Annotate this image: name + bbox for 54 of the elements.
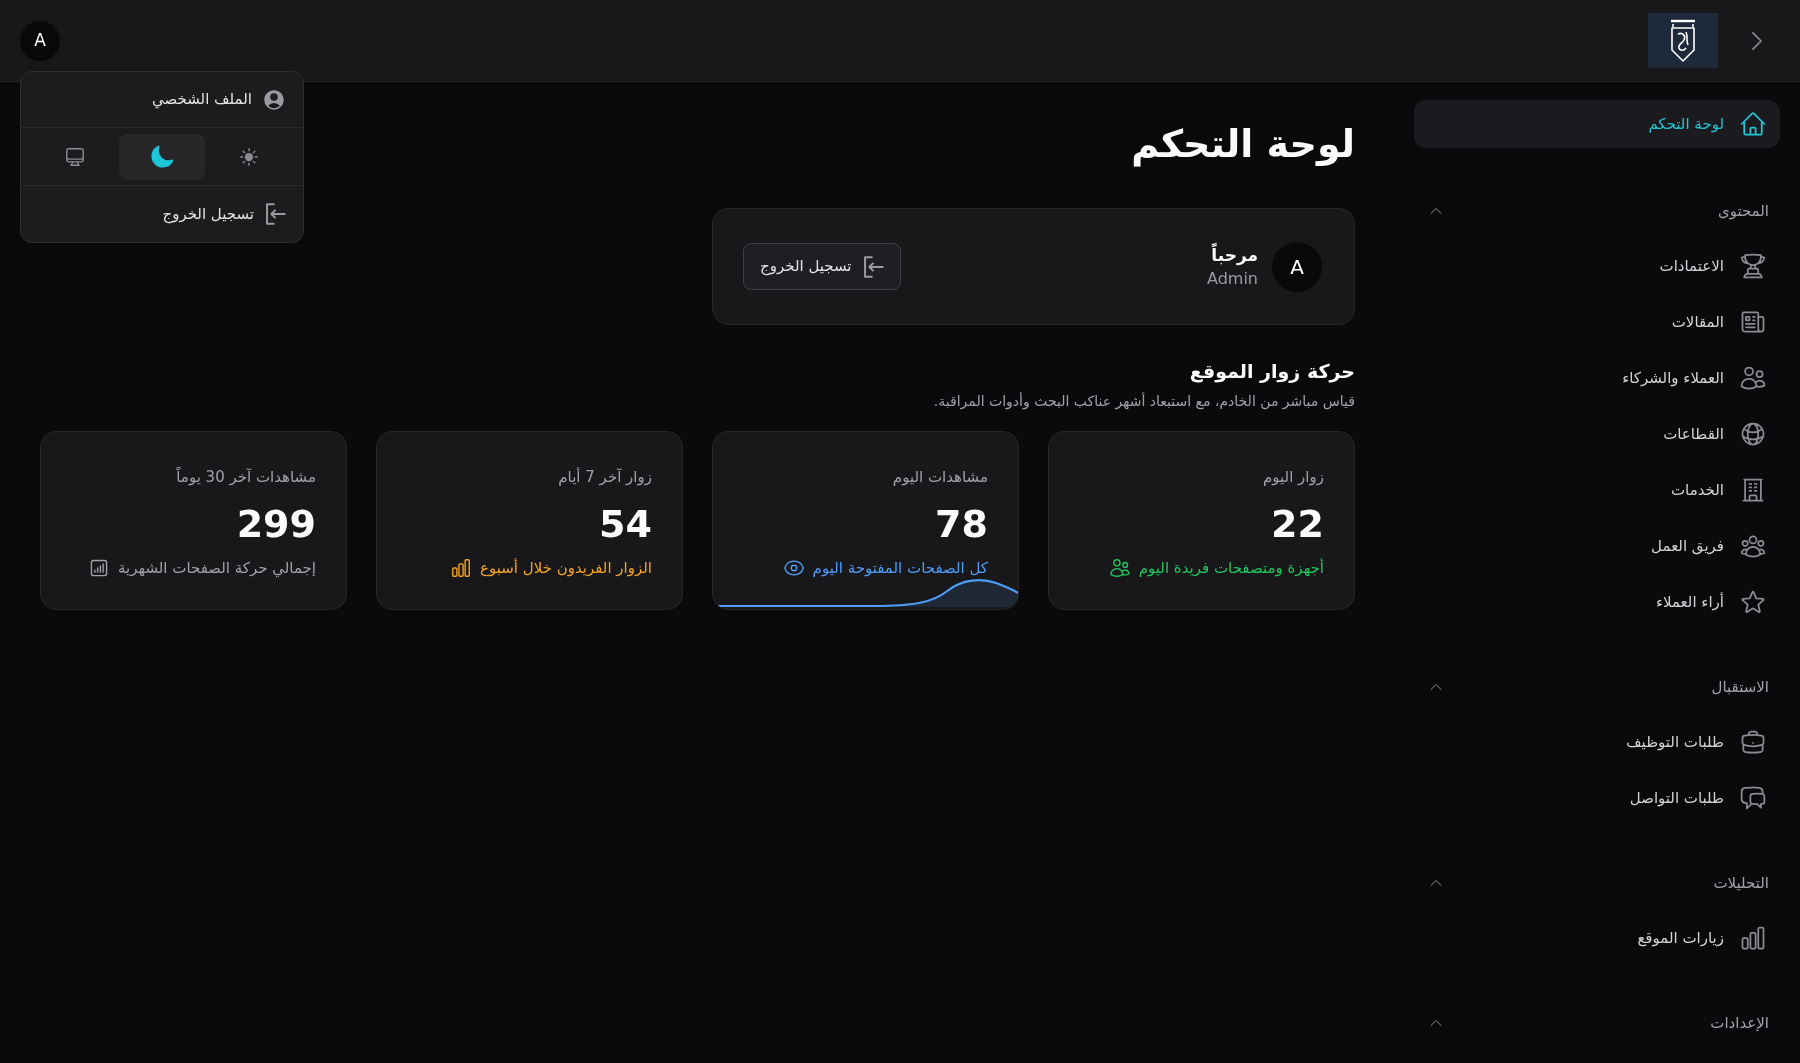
user-avatar: A (1272, 241, 1322, 292)
sidebar-item[interactable]: زيارات الموقع (1629, 914, 1780, 962)
stat-note: الزوار الفريدون خلال أسبوع (480, 557, 652, 579)
sun-icon (237, 145, 260, 168)
section-subtitle: قياس مباشر من الخادم، مع استبعاد أشهر عناكب البحث وأدوات المراقبة. (933, 391, 1355, 411)
stat-value: 78 (935, 501, 988, 547)
stat-note: أجهزة ومتصفحات فريدة اليوم (1138, 557, 1324, 579)
bar-chart-icon (1739, 924, 1767, 952)
stat-label: مشاهدات اليوم (892, 467, 988, 488)
logout-button[interactable]: تسجيل الخروج (743, 243, 901, 290)
sidebar-item[interactable]: لوحة التحكم (1414, 100, 1780, 148)
sidebar-item[interactable]: طلبات التواصل (1621, 774, 1780, 822)
stat-note: كل الصفحات المفتوحة اليوم (812, 558, 988, 579)
sidebar-item[interactable]: فريق العمل (1643, 522, 1780, 570)
logout-menu-item[interactable]: تسجيل الخروج (162, 202, 254, 226)
moon-icon (149, 143, 175, 170)
globe-icon (1739, 420, 1767, 448)
section-heading: الاستقبال (1711, 676, 1769, 698)
users-icon (1108, 557, 1131, 579)
shield-logo[interactable] (1648, 13, 1718, 68)
trophy-icon (1739, 252, 1767, 280)
stat-value: 299 (236, 501, 316, 547)
sidebar-item[interactable]: الاعتمادات (1651, 242, 1780, 290)
stat-label: زوار اليوم (1263, 467, 1324, 488)
section-heading: الإعدادات (1710, 1012, 1769, 1034)
stat-label: زوار آخر 7 أيام (558, 466, 652, 488)
page-title: لوحة التحكم (1131, 121, 1355, 169)
monitor-icon (64, 145, 87, 168)
sidebar-item[interactable]: المقالات (1663, 298, 1780, 346)
logout-icon (264, 203, 286, 225)
sidebar-item[interactable]: العملاء والشركاء (1614, 354, 1780, 402)
sidebar-item[interactable]: القطاعات (1655, 410, 1780, 458)
sidebar-item[interactable]: أراء العملاء (1647, 578, 1780, 626)
section-heading: التحليلات (1713, 872, 1769, 894)
users-icon (1739, 364, 1767, 392)
chat-bubbles-icon (1739, 784, 1767, 812)
bar-chart-icon (450, 557, 473, 579)
briefcase-icon (1739, 728, 1767, 756)
greeting-text: مرحباً (1211, 242, 1258, 267)
stat-value: 54 (599, 501, 652, 547)
section-heading: المحتوى (1717, 200, 1769, 222)
stat-value: 22 (1271, 501, 1324, 547)
section-title: حركة زوار الموقع (1189, 359, 1355, 385)
logout-icon (861, 255, 884, 278)
sidebar-item[interactable]: الخدمات (1662, 466, 1780, 514)
star-icon (1739, 588, 1767, 616)
home-icon (1739, 110, 1767, 138)
stat-note: إجمالي حركة الصفحات الشهرية (117, 558, 316, 579)
profile-menu-item[interactable]: الملف الشخصي (152, 88, 252, 111)
stat-label: مشاهدات آخر 30 يوماً (176, 466, 316, 488)
user-name: Admin (1207, 267, 1258, 290)
theme-option[interactable] (118, 133, 206, 180)
sidebar-item[interactable]: طلبات التوظيف (1618, 718, 1780, 766)
user-avatar[interactable]: A (20, 20, 60, 61)
